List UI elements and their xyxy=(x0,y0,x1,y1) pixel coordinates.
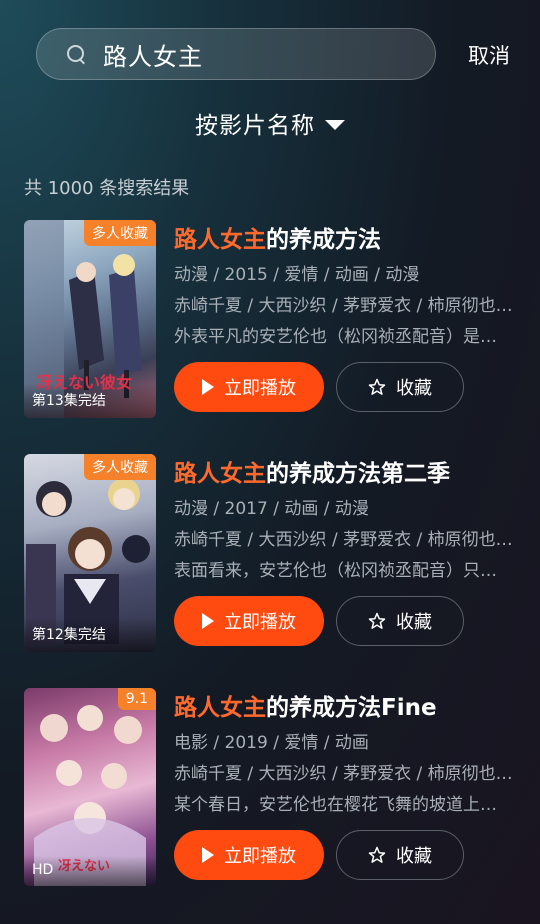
result-title[interactable]: 路人女主的养成方法第二季 xyxy=(174,454,524,494)
result-cast: 赤崎千夏 / 大西沙织 / 茅野爱衣 / 柿原彻也… xyxy=(174,296,513,316)
rating-badge: 9.1 xyxy=(117,688,156,710)
play-label: 立即播放 xyxy=(224,846,296,867)
title-highlight: 路人女主 xyxy=(174,695,266,721)
star-icon xyxy=(368,378,386,396)
sort-dropdown[interactable]: 按影片名称 xyxy=(0,106,540,140)
result-tags: 电影 / 2019 / 爱情 / 动画 xyxy=(174,733,369,753)
play-button[interactable]: 立即播放 xyxy=(174,830,324,880)
star-icon xyxy=(368,612,386,630)
title-rest: 的养成方法 xyxy=(266,227,381,253)
favorite-label: 收藏 xyxy=(396,612,432,633)
favorite-button[interactable]: 收藏 xyxy=(336,596,464,646)
result-title[interactable]: 路人女主的养成方法 xyxy=(174,220,524,260)
search-icon xyxy=(65,43,87,65)
play-icon xyxy=(202,847,214,863)
popular-badge: 多人收藏 xyxy=(84,454,156,480)
chevron-down-icon xyxy=(325,119,345,130)
quality-label: HD xyxy=(24,856,156,886)
search-input[interactable]: 路人女主 xyxy=(36,28,436,80)
result-item[interactable]: 多人收藏 第12集完结 路人女主的养成方法第二季 动漫 / 2017 / 动画 … xyxy=(24,454,524,654)
result-item[interactable]: 冴えない彼女 多人收藏 第13集完结 路人女主的养成方法 动漫 / 2015 /… xyxy=(24,220,524,420)
play-label: 立即播放 xyxy=(224,612,296,633)
result-summary: 外表平凡的安艺伦也（松冈祯丞配音）是… xyxy=(174,327,497,347)
poster-image[interactable]: 多人收藏 第12集完结 xyxy=(24,454,156,652)
sort-label: 按影片名称 xyxy=(195,113,315,139)
favorite-button[interactable]: 收藏 xyxy=(336,362,464,412)
result-summary: 表面看来，安艺伦也（松冈祯丞配音）只… xyxy=(174,561,497,581)
result-title[interactable]: 路人女主的养成方法Fine xyxy=(174,688,524,728)
title-rest: 的养成方法第二季 xyxy=(266,461,450,487)
result-item[interactable]: 冴えない 9.1 HD 路人女主的养成方法Fine 电影 / 2019 / 爱情… xyxy=(24,688,524,888)
result-cast: 赤崎千夏 / 大西沙织 / 茅野爱衣 / 柿原彻也… xyxy=(174,764,513,784)
play-icon xyxy=(202,613,214,629)
poster-image[interactable]: 冴えない彼女 多人收藏 第13集完结 xyxy=(24,220,156,418)
search-query-text: 路人女主 xyxy=(103,42,203,71)
star-icon xyxy=(368,846,386,864)
play-label: 立即播放 xyxy=(224,378,296,399)
favorite-button[interactable]: 收藏 xyxy=(336,830,464,880)
poster-image[interactable]: 冴えない 9.1 HD xyxy=(24,688,156,886)
result-summary: 某个春日，安艺伦也在樱花飞舞的坡道上… xyxy=(174,795,497,815)
play-button[interactable]: 立即播放 xyxy=(174,596,324,646)
episode-status: 第12集完结 xyxy=(24,618,156,652)
play-button[interactable]: 立即播放 xyxy=(174,362,324,412)
result-tags: 动漫 / 2015 / 爱情 / 动画 / 动漫 xyxy=(174,265,420,285)
favorite-label: 收藏 xyxy=(396,846,432,867)
episode-status: 第13集完结 xyxy=(24,384,156,418)
result-count: 共 1000 条搜索结果 xyxy=(24,178,190,199)
title-rest: 的养成方法Fine xyxy=(266,695,437,721)
popular-badge: 多人收藏 xyxy=(84,220,156,246)
top-bar: 路人女主 取消 xyxy=(0,0,540,110)
result-cast: 赤崎千夏 / 大西沙织 / 茅野爱衣 / 柿原彻也… xyxy=(174,530,513,550)
title-highlight: 路人女主 xyxy=(174,227,266,253)
favorite-label: 收藏 xyxy=(396,378,432,399)
play-icon xyxy=(202,379,214,395)
result-tags: 动漫 / 2017 / 动画 / 动漫 xyxy=(174,499,369,519)
title-highlight: 路人女主 xyxy=(174,461,266,487)
cancel-button[interactable]: 取消 xyxy=(468,40,510,70)
